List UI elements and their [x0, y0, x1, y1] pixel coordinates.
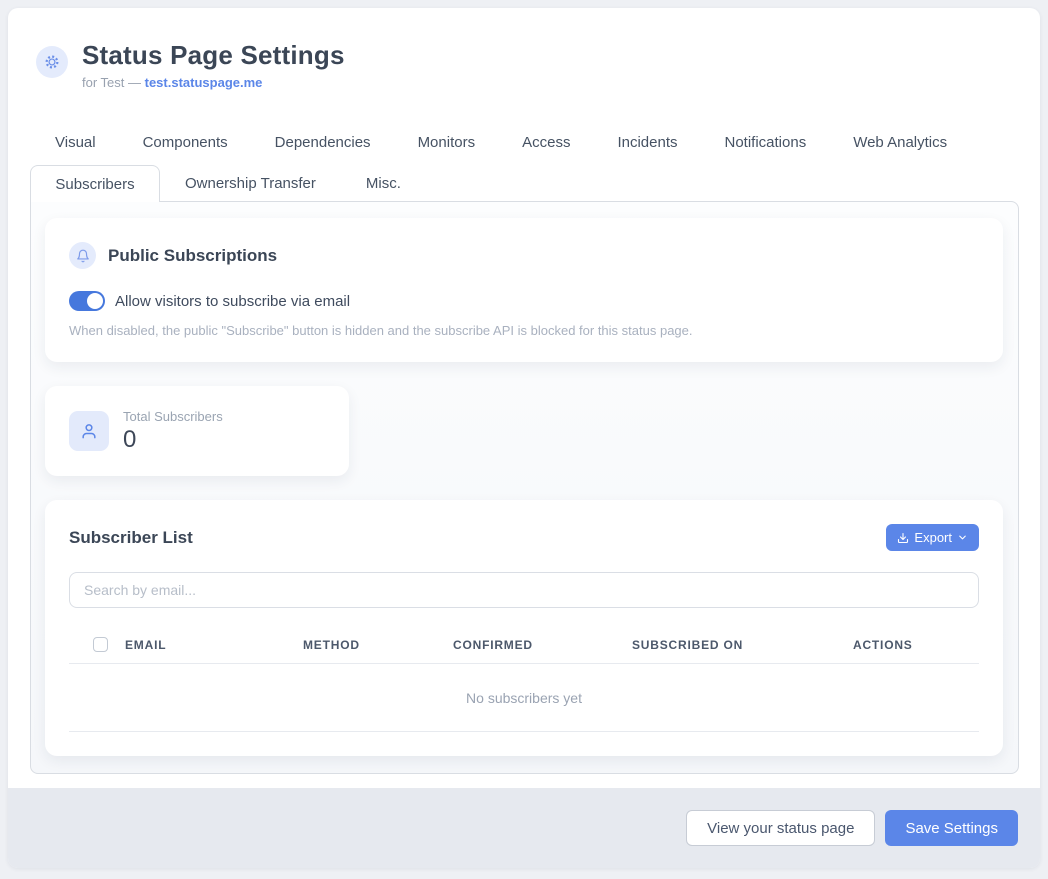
subtitle-prefix: for Test — — [82, 75, 145, 90]
bell-icon — [69, 242, 96, 269]
page-subtitle: for Test — test.statuspage.me — [82, 75, 345, 90]
tab-subscribers[interactable]: Subscribers — [30, 165, 160, 202]
stats-value: 0 — [123, 426, 223, 454]
tabs-row-secondary: Subscribers Ownership Transfer Misc. — [8, 165, 1040, 201]
public-subscriptions-card: Public Subscriptions Allow visitors to s… — [45, 218, 1003, 362]
public-subscriptions-header: Public Subscriptions — [69, 242, 979, 269]
column-method: METHOD — [303, 638, 453, 652]
column-email: EMAIL — [125, 638, 303, 652]
toggle-knob — [87, 293, 103, 309]
subscriber-list-card: Subscriber List Export — [45, 500, 1003, 756]
column-confirmed: CONFIRMED — [453, 638, 632, 652]
public-subscriptions-title: Public Subscriptions — [108, 246, 277, 266]
save-settings-button[interactable]: Save Settings — [885, 810, 1018, 846]
tabs-row-primary: Visual Components Dependencies Monitors … — [8, 130, 1040, 155]
tab-misc[interactable]: Misc. — [341, 166, 426, 201]
search-input[interactable] — [69, 572, 979, 608]
stats-label: Total Subscribers — [123, 409, 223, 424]
tab-monitors[interactable]: Monitors — [418, 130, 476, 155]
tab-incidents[interactable]: Incidents — [617, 130, 677, 155]
tab-ownership-transfer[interactable]: Ownership Transfer — [160, 166, 341, 201]
select-all-checkbox[interactable] — [93, 637, 108, 652]
gear-icon — [36, 46, 68, 78]
subscriber-list-title: Subscriber List — [69, 528, 193, 548]
settings-window: Status Page Settings for Test — test.sta… — [8, 8, 1040, 868]
chevron-down-icon — [957, 532, 968, 543]
tab-web-analytics[interactable]: Web Analytics — [853, 130, 947, 155]
subscribe-helper-text: When disabled, the public "Subscribe" bu… — [69, 323, 979, 338]
footer-bar: View your status page Save Settings — [8, 788, 1040, 868]
tab-dependencies[interactable]: Dependencies — [275, 130, 371, 155]
subscriber-list-header: Subscriber List Export — [69, 524, 979, 551]
total-subscribers-card: Total Subscribers 0 — [45, 386, 349, 476]
subscriber-table-header: EMAIL METHOD CONFIRMED SUBSCRIBED ON ACT… — [69, 630, 979, 664]
page-header: Status Page Settings for Test — test.sta… — [8, 8, 1040, 90]
column-subscribed-on: SUBSCRIBED ON — [632, 638, 853, 652]
subscribe-toggle-row: Allow visitors to subscribe via email — [69, 291, 979, 311]
title-block: Status Page Settings for Test — test.sta… — [82, 40, 345, 90]
page-title: Status Page Settings — [82, 40, 345, 71]
subscribe-toggle-label: Allow visitors to subscribe via email — [115, 293, 350, 310]
subscribers-panel: Public Subscriptions Allow visitors to s… — [30, 201, 1019, 774]
column-actions: ACTIONS — [853, 638, 979, 652]
download-icon — [897, 532, 909, 544]
tab-components[interactable]: Components — [143, 130, 228, 155]
tab-visual[interactable]: Visual — [55, 130, 96, 155]
stats-text: Total Subscribers 0 — [123, 409, 223, 454]
export-button[interactable]: Export — [886, 524, 979, 551]
export-button-label: Export — [914, 530, 952, 545]
tab-access[interactable]: Access — [522, 130, 570, 155]
person-icon — [69, 411, 109, 451]
tab-notifications[interactable]: Notifications — [725, 130, 807, 155]
view-status-page-button[interactable]: View your status page — [686, 810, 875, 846]
subscribe-toggle[interactable] — [69, 291, 105, 311]
status-page-link[interactable]: test.statuspage.me — [145, 75, 263, 90]
empty-state-message: No subscribers yet — [69, 664, 979, 732]
